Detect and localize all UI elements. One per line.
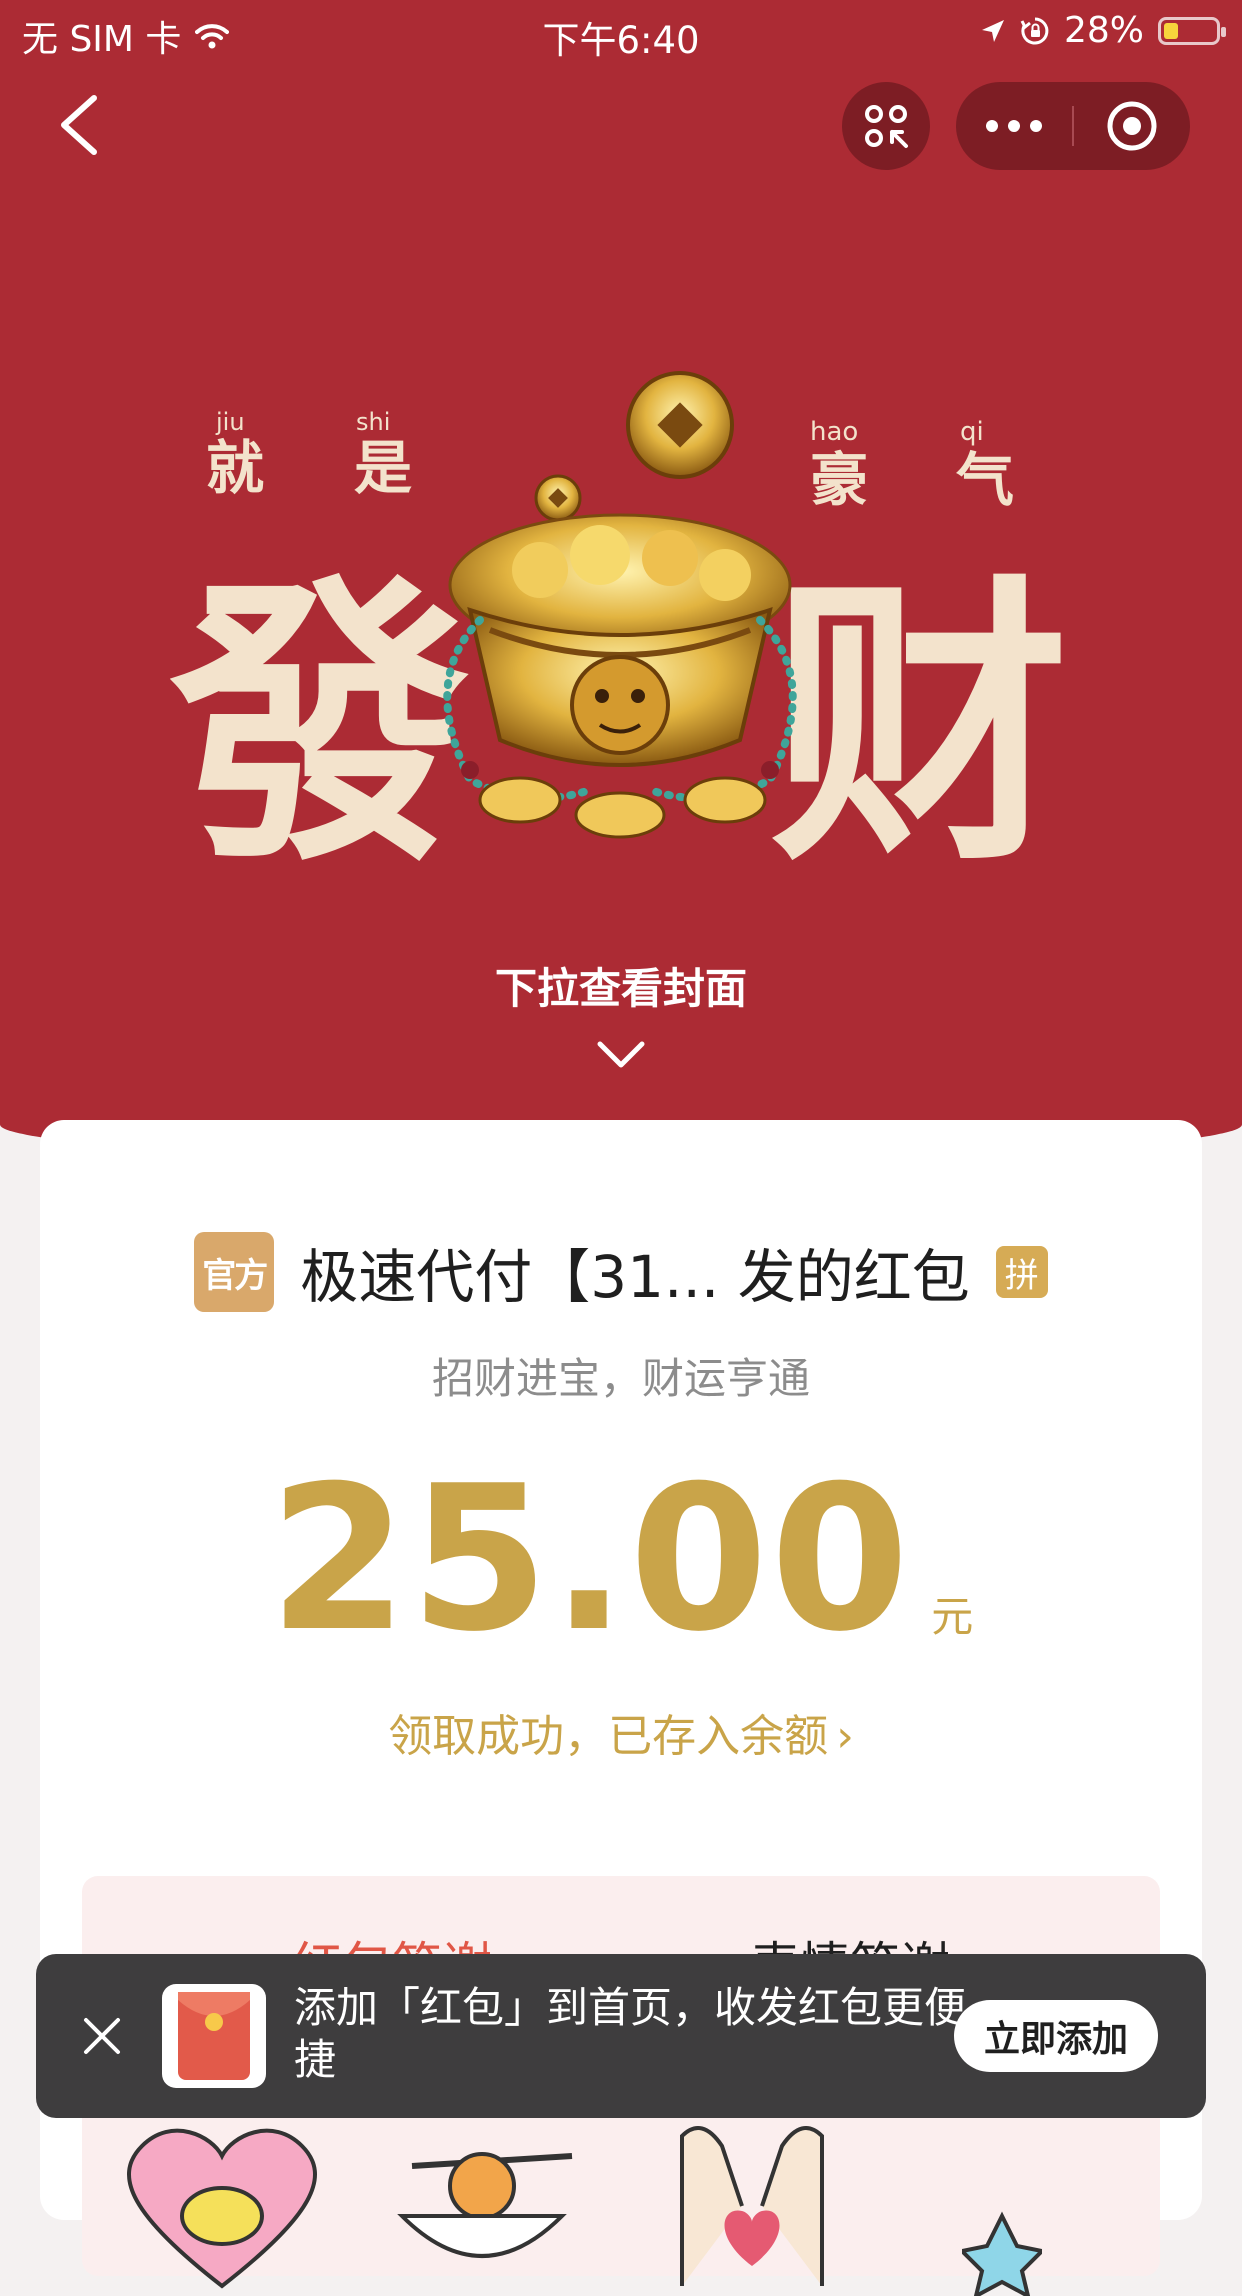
red-packet-cover-art: jiu shi 就 是 hao qi 豪 气 發 财 xyxy=(170,371,1070,880)
mini-program-scan-button[interactable] xyxy=(842,82,930,170)
amount-row: 25.00 元 xyxy=(40,1460,1202,1660)
cover-pinyin: shi xyxy=(356,408,390,436)
more-dots-icon xyxy=(986,120,1042,132)
red-packet-glyph xyxy=(178,1992,250,2080)
battery-percent: 28% xyxy=(1063,10,1144,51)
chevron-right-icon: › xyxy=(836,1711,854,1762)
close-icon[interactable] xyxy=(80,2014,124,2058)
currency-label: 元 xyxy=(931,1592,974,1641)
amount-value: 25.00 xyxy=(268,1443,912,1676)
mini-program-capsule xyxy=(956,82,1190,170)
coin-icon xyxy=(534,474,582,522)
more-button[interactable] xyxy=(956,82,1072,170)
toast-message: 添加「红包」到首页，收发红包更便捷 xyxy=(294,1983,967,2084)
cover-hanzi: 气 xyxy=(956,446,1014,514)
back-chevron-icon[interactable] xyxy=(50,90,110,160)
battery-level xyxy=(1164,22,1178,39)
cover-pinyin: qi xyxy=(960,417,984,447)
cover-hanzi: 是 xyxy=(354,434,412,502)
sender-name: 极速代付【31... 发的红包 xyxy=(300,1243,970,1311)
cover-big-character: 财 xyxy=(770,552,1070,880)
mini-program-scan-icon xyxy=(865,105,908,148)
pull-down-hint: 下拉查看封面 xyxy=(494,964,747,1013)
received-balance-link[interactable]: 领取成功，已存入余额 › xyxy=(40,1700,1202,1764)
blessing-text: 招财进宝，财运亨通 xyxy=(431,1354,810,1403)
pin-badge: 拼 xyxy=(995,1246,1048,1298)
add-now-button[interactable]: 立即添加 xyxy=(954,2000,1158,2072)
coin-icon xyxy=(626,371,734,479)
rice-bowl-sticker-icon[interactable] xyxy=(372,2096,592,2296)
location-arrow-icon xyxy=(981,19,1004,42)
cover-hanzi: 就 xyxy=(206,434,264,502)
red-packet-app-icon xyxy=(162,1984,266,2088)
add-to-home-toast: 添加「红包」到首页，收发红包更便捷 立即添加 xyxy=(36,1954,1206,2118)
treasure-bowl-icon xyxy=(443,513,797,839)
cover-big-character: 發 xyxy=(170,552,470,880)
cover-hanzi: 豪 xyxy=(810,446,868,514)
status-bar: 无 SIM 卡 下午6:40 28% xyxy=(0,0,1242,64)
star-sticker-icon[interactable] xyxy=(962,2096,1042,2296)
official-badge: 官方 xyxy=(194,1232,275,1312)
heart-hands-sticker-icon[interactable] xyxy=(642,2096,862,2296)
cover-pinyin: jiu xyxy=(215,408,245,436)
battery-icon xyxy=(1158,16,1226,45)
chevron-down-icon[interactable] xyxy=(596,1040,646,1070)
received-text: 领取成功，已存入余额 xyxy=(388,1711,829,1762)
orientation-lock-icon xyxy=(1020,17,1049,44)
heart-sticker-icon[interactable] xyxy=(112,2096,332,2296)
sender-row: 官方 极速代付【31... 发的红包 拼 xyxy=(40,1230,1202,1314)
close-mini-program-button[interactable] xyxy=(1074,82,1190,170)
mini-program-close-icon xyxy=(1107,101,1157,151)
cover-pinyin: hao xyxy=(810,417,858,447)
